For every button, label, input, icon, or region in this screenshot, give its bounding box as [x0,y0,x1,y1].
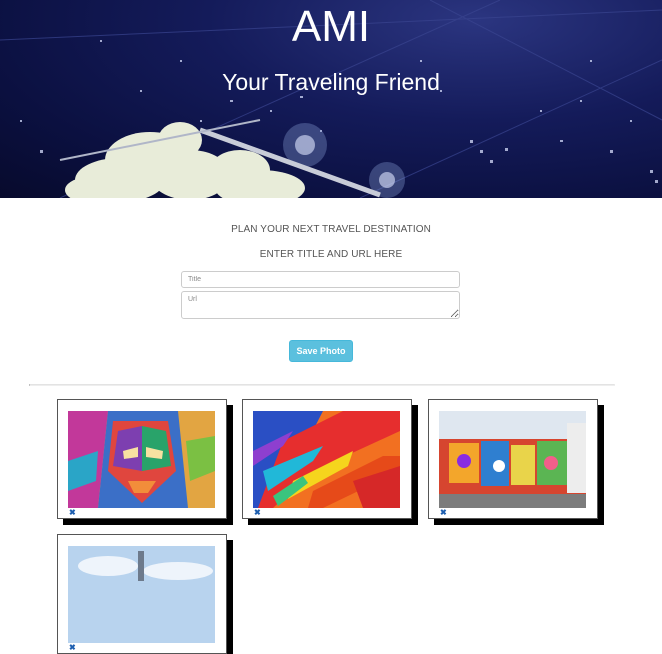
photo-card: ✖ [428,399,598,519]
photo-image[interactable] [253,411,400,508]
close-icon[interactable]: ✖ [69,508,76,518]
photo-image[interactable] [68,411,215,508]
site-subtitle: Your Traveling Friend [222,69,440,95]
site-title: AMI [291,2,371,51]
save-photo-button[interactable]: Save Photo [289,340,353,362]
photo-image[interactable] [68,546,215,643]
title-input[interactable] [181,271,460,288]
form-instruction: ENTER TITLE AND URL HERE [259,249,403,260]
divider [29,384,615,386]
url-input[interactable] [181,291,460,319]
photo-card: ✖ [242,399,412,519]
photo-card: ✖ [57,399,227,519]
photo-image[interactable] [439,411,586,508]
hero-banner: AMI Your Traveling Friend [0,0,662,198]
form-heading: PLAN YOUR NEXT TRAVEL DESTINATION [231,224,431,235]
close-icon[interactable]: ✖ [69,643,76,653]
close-icon[interactable]: ✖ [440,508,447,518]
close-icon[interactable]: ✖ [254,508,261,518]
photo-card: ✖ [57,534,227,654]
